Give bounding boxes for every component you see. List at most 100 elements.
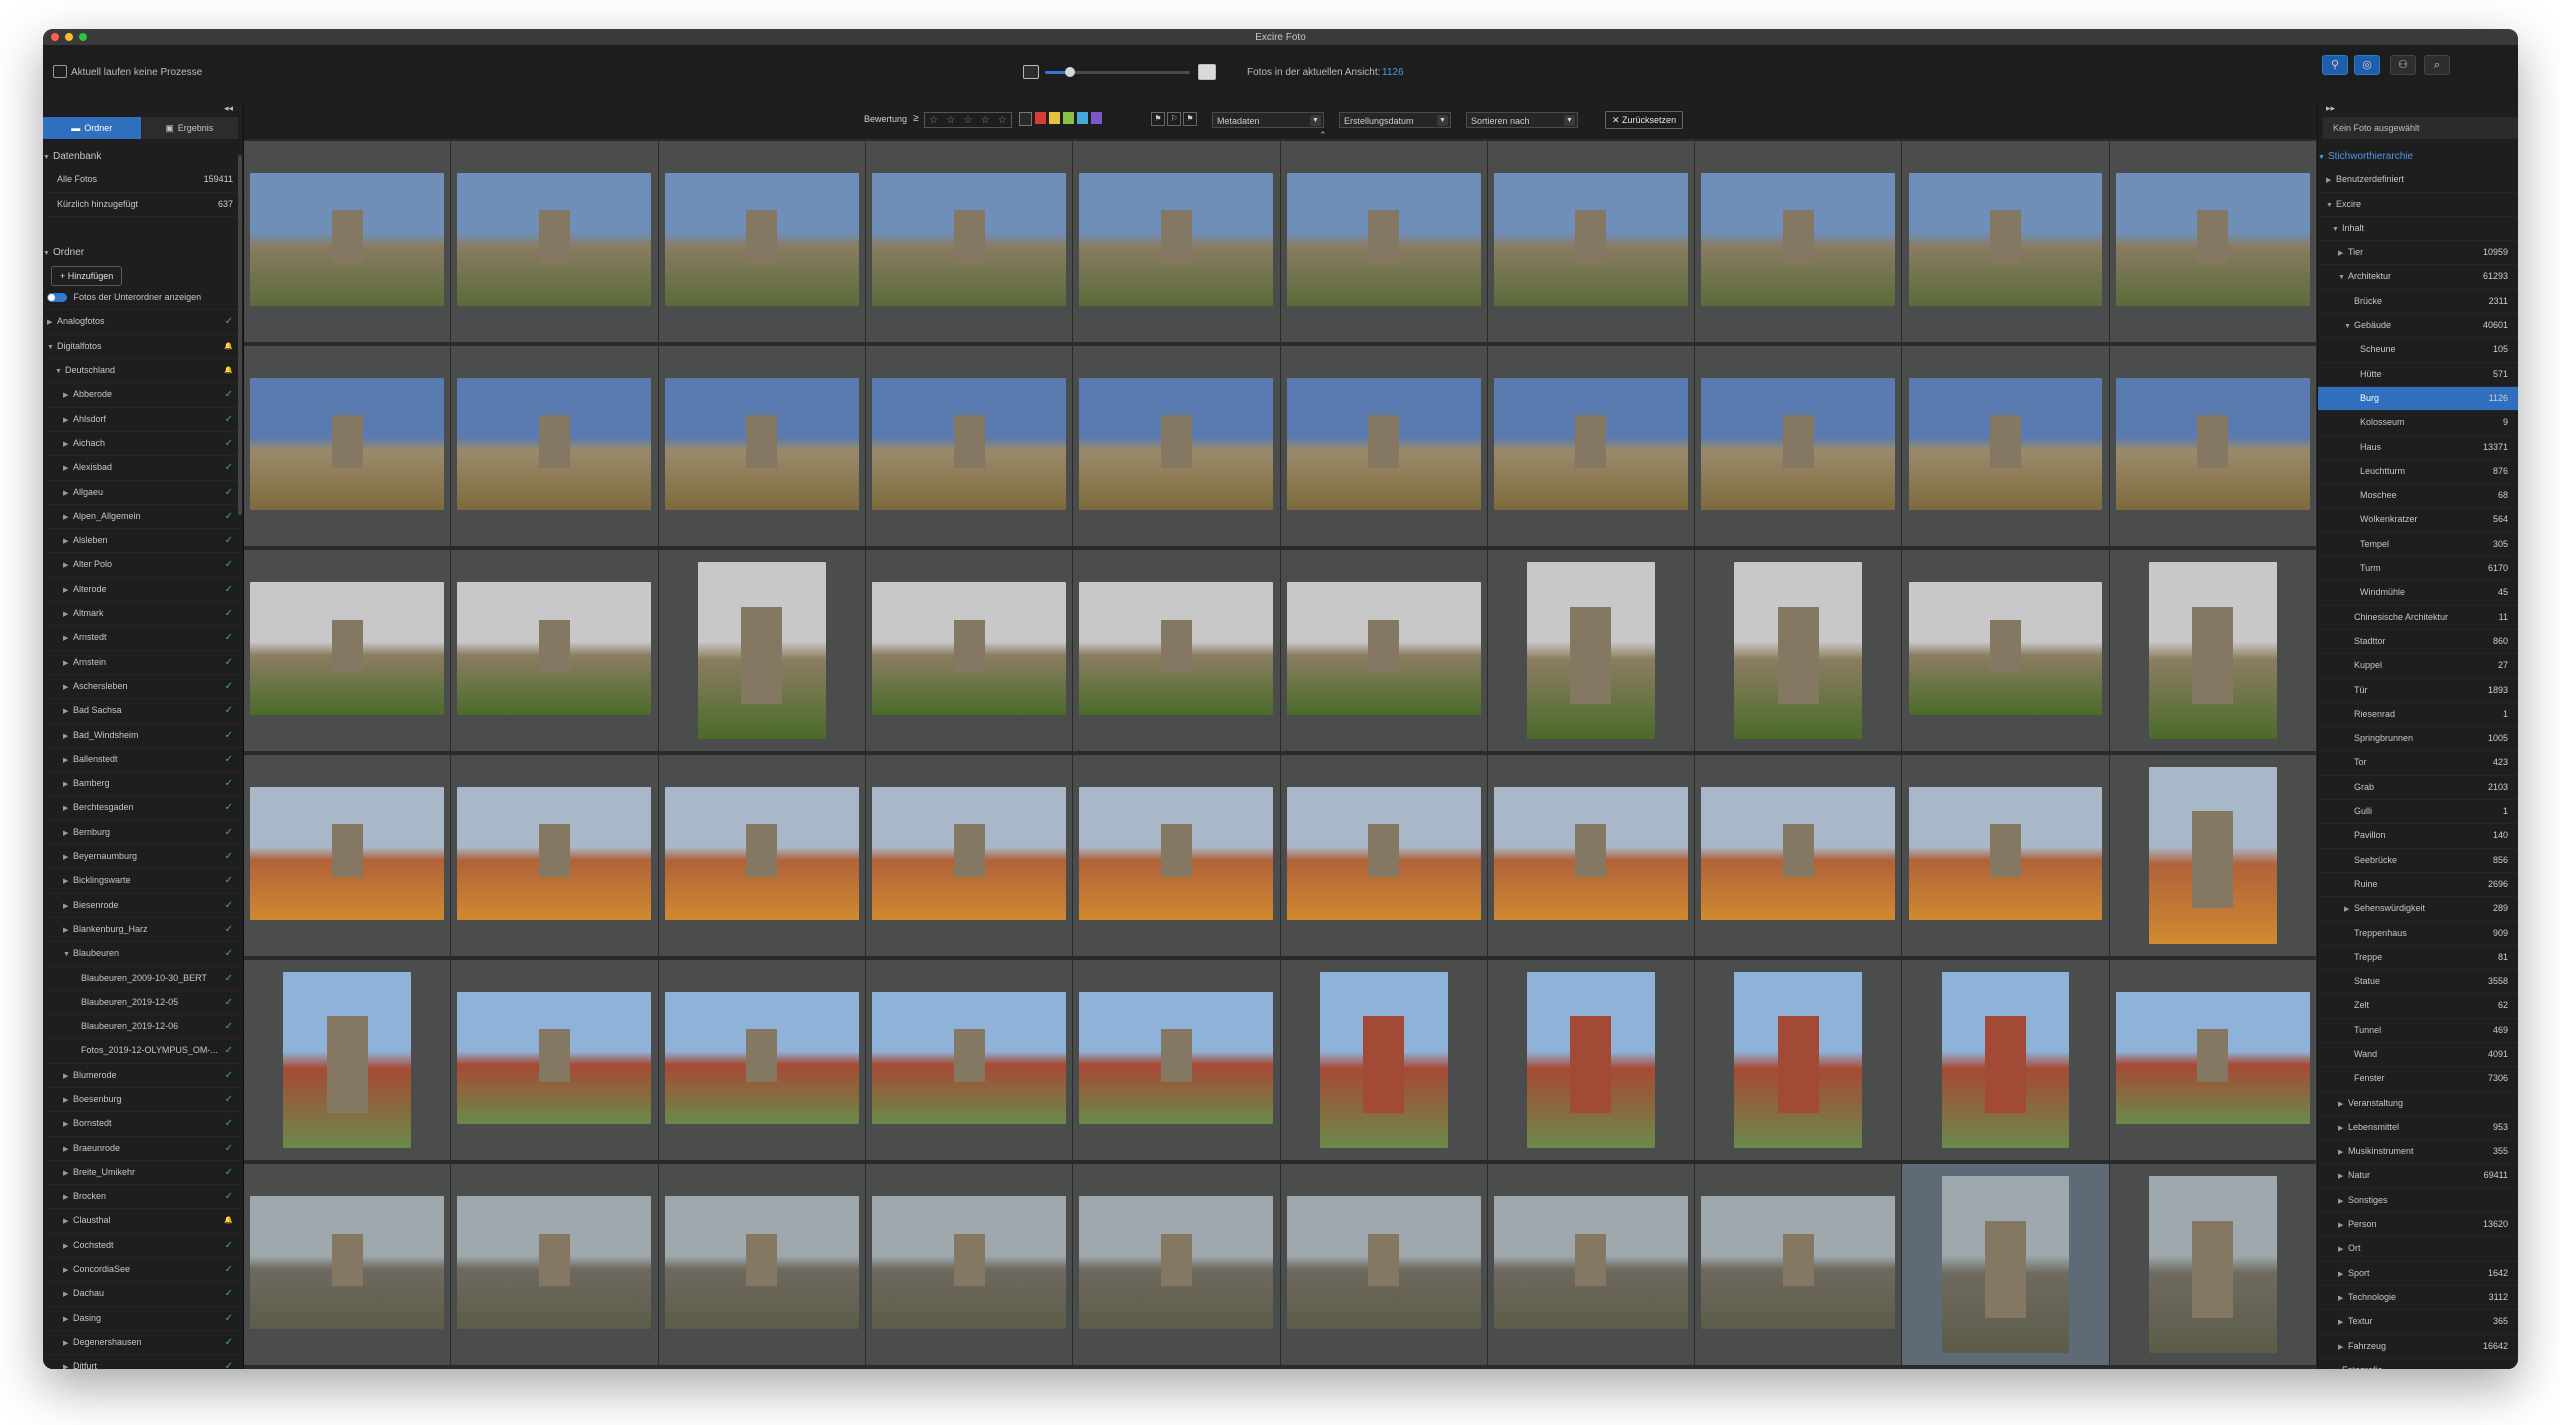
chevron-right-icon[interactable]: ▶ [63,1138,73,1161]
chevron-right-icon[interactable]: ▶ [2338,1238,2348,1261]
photo-thumbnail[interactable] [1701,377,1896,511]
keyword-item[interactable]: Ruine 2696 [2318,873,2518,898]
keyword-item[interactable]: Tür 1893 [2318,679,2518,703]
photo-thumbnail[interactable] [250,1196,445,1329]
close-window-button[interactable] [51,33,59,41]
color-swatch-red[interactable] [1035,112,1046,124]
chevron-right-icon[interactable]: ▶ [63,433,73,456]
chevron-right-icon[interactable]: ▶ [47,311,57,334]
chevron-right-icon[interactable]: ▶ [63,627,73,650]
chevron-right-icon[interactable]: ▶ [63,603,73,626]
folder-item[interactable]: ▶ Alsleben ✓ [43,529,243,554]
keyword-item[interactable]: ▼ Architektur 61293 [2318,265,2518,290]
chevron-right-icon[interactable]: ▶ [2344,898,2354,921]
photo-thumbnail[interactable] [1734,562,1863,739]
photo-thumbnail[interactable] [1493,377,1688,511]
folder-item[interactable]: ▶ Clausthal 🔔 [43,1209,243,1234]
keyword-item[interactable]: Windmühle 45 [2318,581,2518,606]
chevron-right-icon[interactable]: ▶ [2338,1263,2348,1286]
photo-cell[interactable] [1073,345,1281,551]
photo-thumbnail[interactable] [697,562,826,739]
face-search-button[interactable]: ◎ [2354,55,2380,75]
star-icon[interactable]: ☆ [963,115,972,126]
photo-thumbnail[interactable] [872,991,1066,1125]
photo-cell[interactable] [658,959,866,1165]
photo-cell[interactable] [1902,1164,2110,1369]
photo-cell[interactable] [658,1164,866,1369]
keyword-item[interactable]: ▶ Lebensmittel 953 [2318,1116,2518,1141]
flag-rejected-icon[interactable]: ⚐ [1167,112,1181,126]
left-scrollbar[interactable] [238,155,242,515]
folder-item[interactable]: ▶ Brocken ✓ [43,1185,243,1210]
folder-item[interactable]: ▶ Bad Sachsa ✓ [43,699,243,724]
folder-item[interactable]: ▶ Cochstedt ✓ [43,1234,243,1259]
process-icon[interactable] [53,65,67,78]
photo-cell[interactable] [2109,345,2317,551]
photo-thumbnail[interactable] [1941,1176,2070,1353]
chevron-right-icon[interactable]: ▶ [63,1065,73,1088]
photo-thumbnail[interactable] [1734,971,1863,1149]
folder-item[interactable]: ▶ Berchtesgaden ✓ [43,796,243,821]
chevron-right-icon[interactable]: ▶ [2338,1336,2348,1359]
photo-cell[interactable] [865,345,1074,551]
photo-thumbnail[interactable] [664,173,859,306]
photo-cell[interactable] [451,1164,659,1369]
folder-item[interactable]: ▶ Alexisbad ✓ [43,456,243,481]
photo-thumbnail[interactable] [1079,1196,1274,1329]
photo-cell[interactable] [1073,755,1281,960]
keyword-item[interactable]: ▶ Person 13620 [2318,1213,2518,1238]
keyword-item[interactable]: Scheune 105 [2318,338,2518,363]
photo-thumbnail[interactable] [1701,787,1896,920]
photo-thumbnail[interactable] [2148,562,2277,739]
keyword-item[interactable]: ▶ Sehenswürdigkeit 289 [2318,897,2518,922]
photo-cell[interactable] [865,141,1074,346]
photo-thumbnail[interactable] [664,787,859,920]
photo-thumbnail[interactable] [1286,1196,1481,1329]
photo-thumbnail[interactable] [457,787,652,920]
photo-cell[interactable] [244,550,452,755]
keyword-item[interactable]: Treppe 81 [2318,946,2518,971]
photo-thumbnail[interactable] [283,971,412,1149]
keyword-item[interactable]: Tunnel 469 [2318,1019,2518,1043]
folder-item[interactable]: ▶ Aichach ✓ [43,432,243,457]
photo-thumbnail[interactable] [2115,991,2310,1125]
photo-cell[interactable] [451,345,659,551]
folder-header[interactable]: ▼ Ordner [43,241,243,264]
keyword-item[interactable]: Gulli 1 [2318,800,2518,825]
star-icon[interactable]: ☆ [946,115,955,126]
photo-thumbnail[interactable] [1908,787,2103,920]
photo-thumbnail[interactable] [1286,787,1481,920]
photo-cell[interactable] [1695,755,1903,960]
zoom-window-button[interactable] [79,33,87,41]
chevron-right-icon[interactable]: ▶ [63,1113,73,1136]
photo-thumbnail[interactable] [1286,582,1481,715]
photo-cell[interactable] [244,1164,452,1369]
chevron-right-icon[interactable]: ▶ [63,676,73,699]
chevron-right-icon[interactable]: ▶ [2338,1287,2348,1310]
photo-thumbnail[interactable] [872,787,1066,920]
chevron-right-icon[interactable]: ▶ [63,384,73,407]
tab-folders[interactable]: ▬ Ordner [43,117,141,139]
keyword-item[interactable]: ▶Fotografie [2318,1359,2518,1369]
photo-thumbnail[interactable] [1701,173,1896,306]
keyword-item[interactable]: Leuchtturm 876 [2318,460,2518,485]
folder-item[interactable]: ▶ Degenershausen ✓ [43,1331,243,1356]
keyword-item[interactable]: Moschee 68 [2318,484,2518,509]
rating-operator[interactable]: ≥ [913,113,919,124]
photo-thumbnail[interactable] [1079,582,1274,715]
photo-cell[interactable] [658,141,866,346]
keyword-item[interactable]: Chinesische Architektur 11 [2318,606,2518,630]
folder-item[interactable]: ▶ Braeunrode ✓ [43,1137,243,1161]
color-swatch-blue[interactable] [1077,112,1088,124]
keyword-item[interactable]: Haus 13371 [2318,436,2518,460]
photo-thumbnail[interactable] [457,377,652,511]
photo-cell[interactable] [865,1164,1074,1369]
folder-item[interactable]: ▶ Altmark ✓ [43,602,243,627]
photo-thumbnail[interactable] [250,173,445,306]
photo-cell[interactable] [1487,1164,1696,1369]
keyword-item[interactable]: ▶ Sonstiges [2318,1189,2518,1214]
chevron-down-icon[interactable]: ▼ [2326,194,2336,217]
folder-item[interactable]: ▶ Aschersleben ✓ [43,675,243,700]
photo-cell[interactable] [1487,959,1696,1165]
photo-cell[interactable] [1073,550,1281,755]
